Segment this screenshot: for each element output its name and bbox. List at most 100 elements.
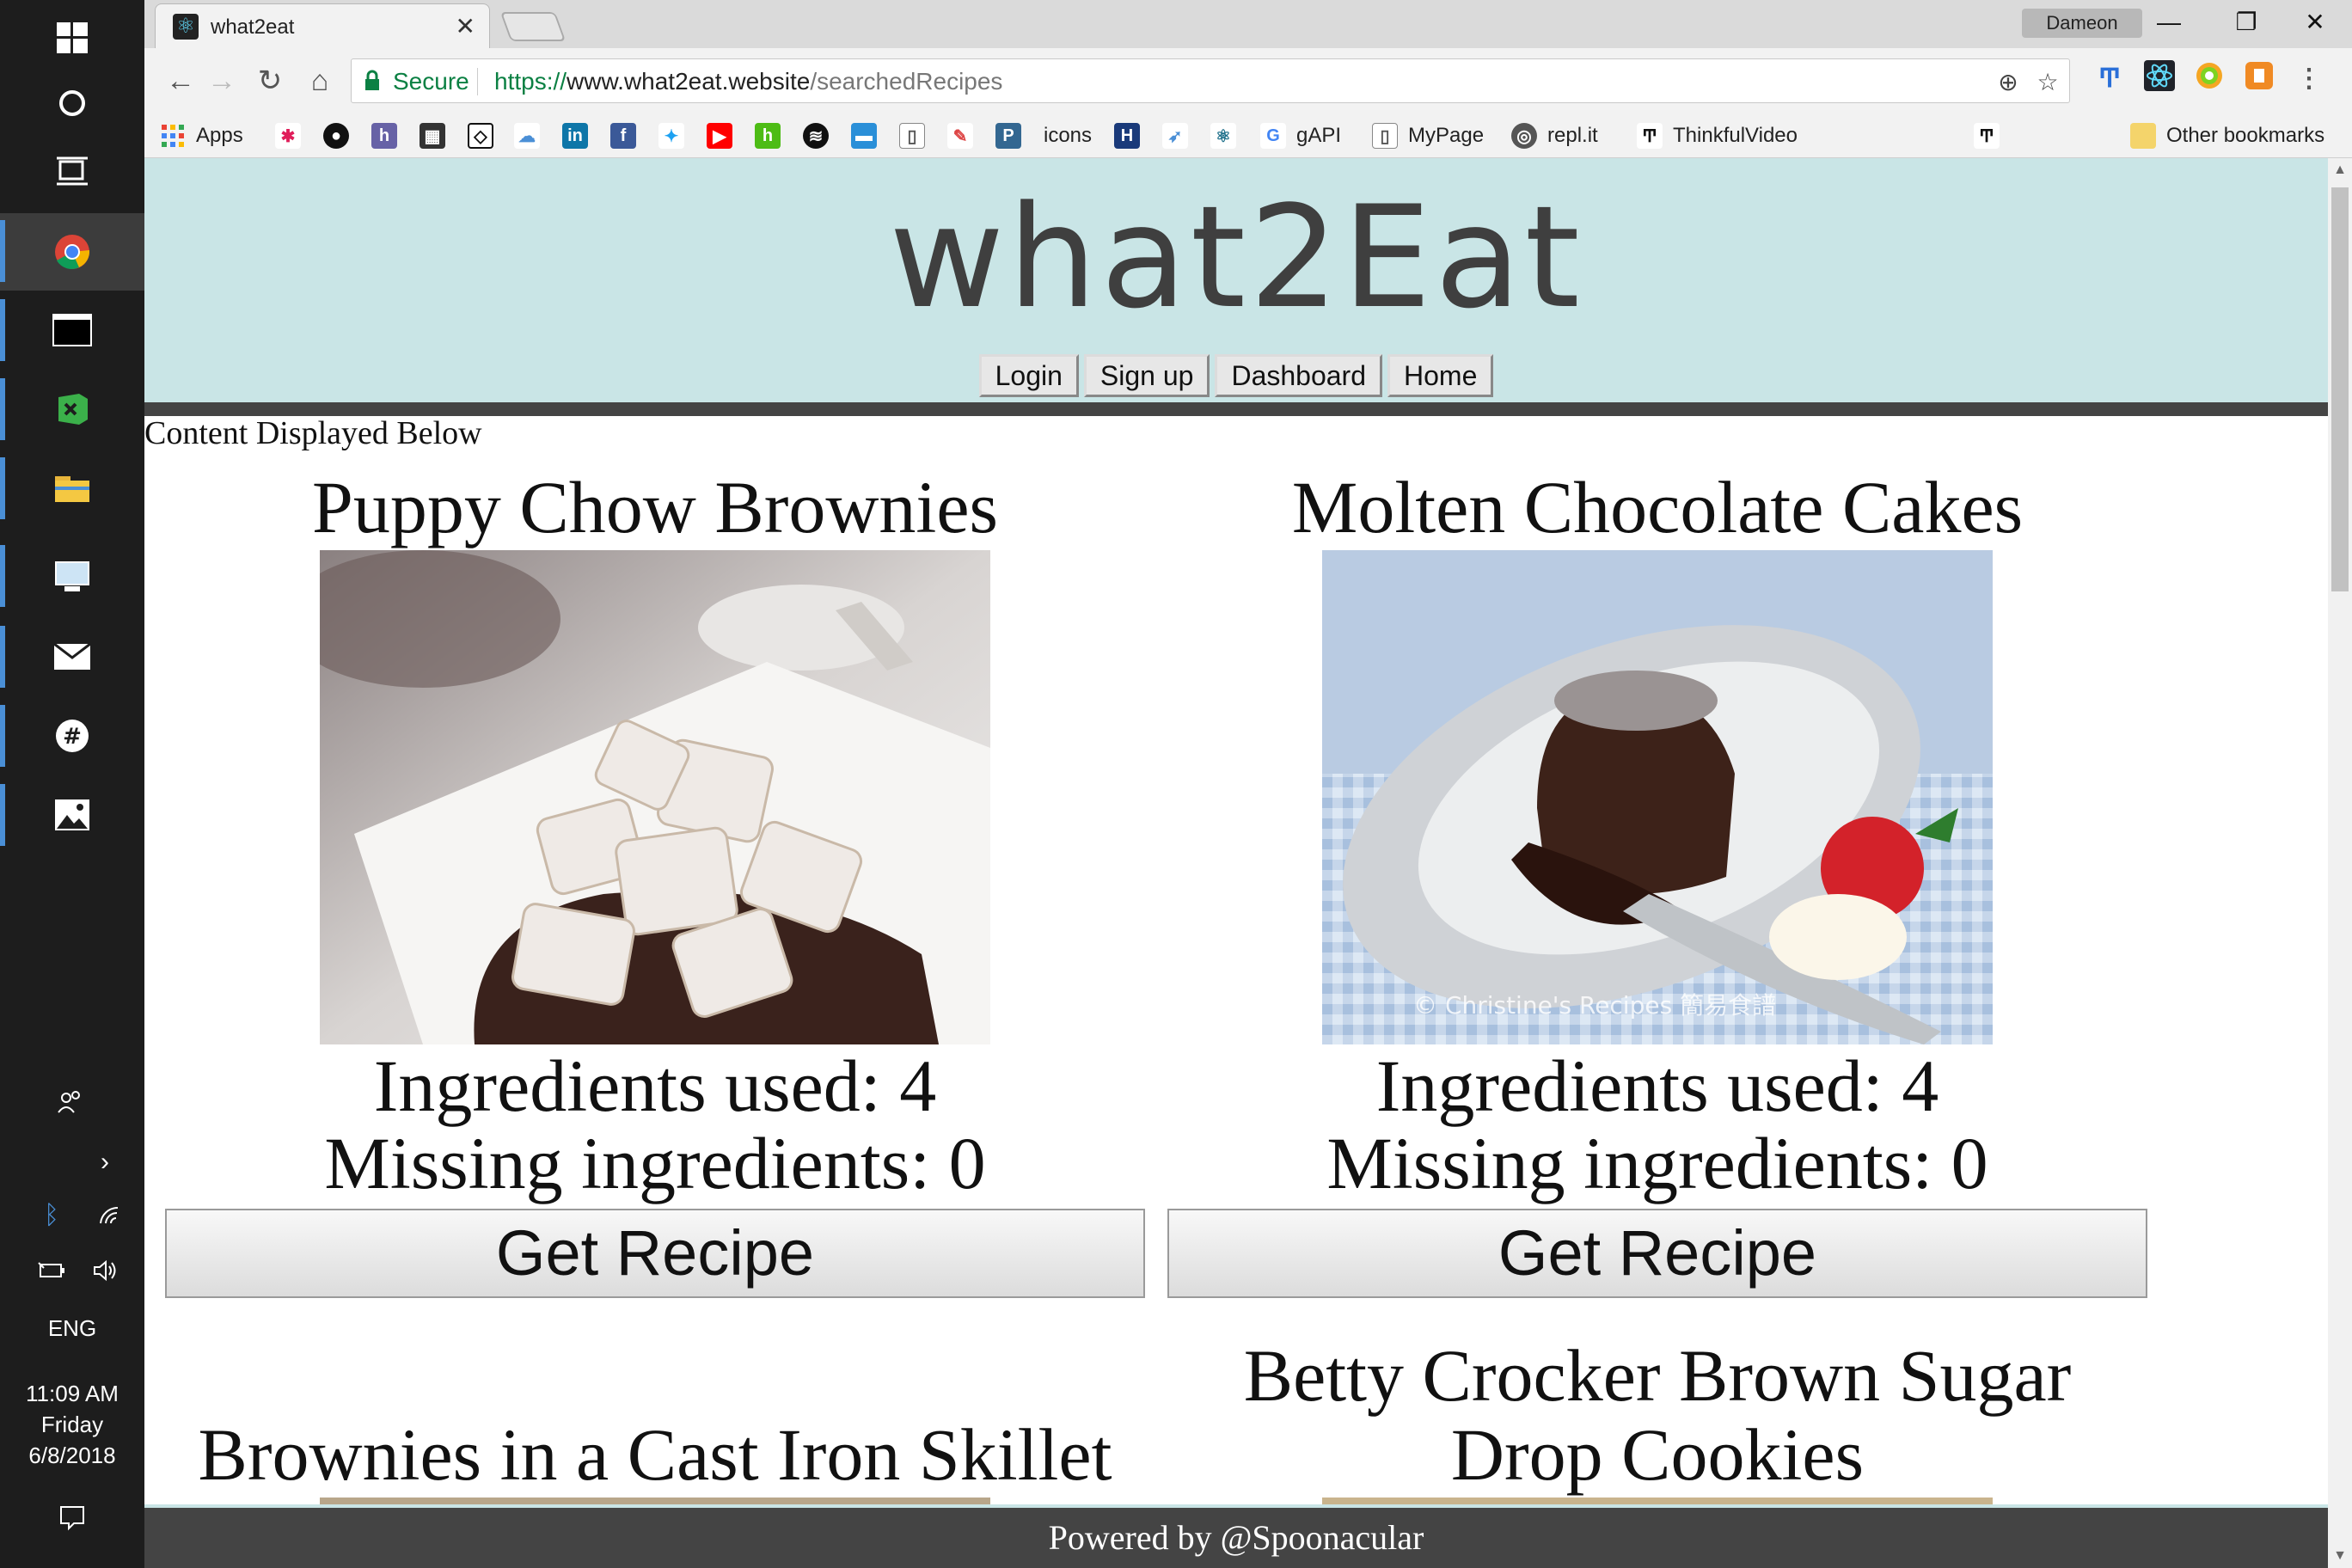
minimize-button[interactable]: — — [2130, 3, 2208, 41]
nav-signup[interactable]: Sign up — [1083, 354, 1210, 397]
bookmark-star-icon[interactable]: ☆ — [2033, 68, 2062, 97]
taskbar-file-explorer[interactable] — [0, 450, 144, 526]
url-text: https://www.what2eat.website/searchedRec… — [494, 68, 1002, 95]
bookmark-thinkful[interactable]: Ͳ — [1974, 120, 2010, 151]
taskbar-photos[interactable] — [0, 777, 144, 853]
taskbar-mail[interactable] — [0, 619, 144, 695]
browser-toolbar: ← → ↻ ⌂ Secure https://www.what2eat.webs… — [144, 48, 2352, 113]
bluetooth-icon[interactable]: ᛒ — [33, 1197, 70, 1234]
missing-ingredients: Missing ingredients: 0 — [1326, 1122, 1988, 1204]
taskbar-terminal[interactable] — [0, 292, 144, 368]
bookmark-react[interactable]: ⚛ — [1210, 120, 1246, 151]
start-button[interactable] — [0, 0, 144, 76]
battery-icon[interactable] — [33, 1252, 70, 1289]
bookmark-pencil[interactable]: ✎ — [947, 120, 983, 151]
bookmark-other[interactable]: Other bookmarks — [2130, 120, 2324, 151]
recipe-card: Puppy Chow Brownies Ingredients used: 4 … — [165, 466, 1145, 1298]
bookmark-rocket[interactable]: ➶ — [1162, 120, 1198, 151]
recipe-photo: © Christine's Recipes 簡易食譜 — [1322, 550, 1993, 1044]
bookmark-stack[interactable]: ▬ — [851, 120, 887, 151]
honey-extension-icon[interactable] — [2240, 60, 2278, 98]
bookmark-apps-label: Apps — [196, 124, 243, 147]
nav-dashboard[interactable]: Dashboard — [1215, 354, 1382, 397]
bookmark-gapi[interactable]: G gAPI — [1260, 120, 1341, 151]
scroll-up-arrow-icon[interactable]: ▲ — [2328, 158, 2352, 182]
taskbar-chrome[interactable] — [0, 213, 144, 291]
taskbar-vscode[interactable] — [0, 371, 144, 447]
color-picker-extension-icon[interactable] — [2190, 60, 2228, 98]
page-scrollbar[interactable]: ▲ ▼ — [2328, 158, 2352, 1568]
chrome-menu-icon[interactable]: ⋮ — [2290, 60, 2328, 98]
bookmark-replit-label: repl.it — [1547, 124, 1598, 147]
molten-chocolate-cakes-photo — [1322, 550, 1993, 1044]
home-icon[interactable]: ⌂ — [299, 60, 340, 101]
tab-what2eat[interactable]: ⚛ what2eat ✕ — [155, 3, 490, 48]
scrollbar-thumb[interactable] — [2331, 187, 2349, 591]
new-tab-button[interactable] — [499, 12, 567, 41]
bookmark-codepen[interactable]: ◇ — [468, 120, 504, 151]
bookmark-linkedin[interactable]: in — [562, 120, 598, 151]
zoom-icon[interactable]: ⊕ — [1994, 68, 2023, 97]
bookmark-postgres[interactable]: P — [995, 120, 1032, 151]
recipe-title: Molten Chocolate Cakes — [1291, 466, 2024, 548]
thinkful-extension-icon[interactable]: Ͳ — [2091, 60, 2128, 98]
twitter-icon: ✦ — [658, 123, 684, 149]
task-view-button[interactable] — [0, 134, 144, 210]
nav-home[interactable]: Home — [1387, 354, 1494, 397]
pinned-indicator — [0, 545, 5, 607]
wifi-icon[interactable] — [91, 1197, 129, 1234]
recipe-title: Puppy Chow Brownies — [312, 466, 998, 548]
bookmark-facebook[interactable]: f — [610, 120, 646, 151]
get-recipe-button[interactable]: Get Recipe — [1167, 1209, 2147, 1298]
bookmark-thinkfulvideo[interactable]: Ͳ ThinkfulVideo — [1637, 120, 1798, 151]
taskbar-slack[interactable]: # — [0, 698, 144, 774]
hackerrank-icon: H — [1114, 123, 1140, 149]
clock-time[interactable]: 11:09 AM — [0, 1381, 144, 1407]
clock-date[interactable]: 6/8/2018 — [0, 1442, 144, 1469]
bookmark-mypage-label: MyPage — [1408, 124, 1485, 147]
reload-icon[interactable]: ↻ — [249, 60, 291, 101]
input-language[interactable]: ENG — [0, 1315, 144, 1342]
tab-close-icon[interactable]: ✕ — [456, 12, 475, 40]
bookmark-hackerrank[interactable]: H — [1114, 120, 1150, 151]
bookmark-slack[interactable]: ✱ — [275, 120, 311, 151]
back-arrow-icon[interactable]: ← — [160, 60, 201, 101]
pinned-indicator — [0, 626, 5, 688]
bookmark-cloud[interactable]: ☁ — [514, 120, 550, 151]
scroll-down-arrow-icon[interactable]: ▼ — [2328, 1544, 2352, 1568]
bookmark-page[interactable]: ▯ — [899, 120, 935, 151]
bookmark-icons[interactable]: icons — [1044, 120, 1092, 151]
bookmark-apps[interactable]: Apps — [160, 120, 243, 151]
bookmark-houzz[interactable]: h — [755, 120, 791, 151]
bookmark-spotify[interactable]: ≋ — [803, 120, 839, 151]
bookmark-replit[interactable]: ◎ repl.it — [1511, 120, 1598, 151]
linkedin-icon: in — [562, 123, 588, 149]
forward-arrow-icon[interactable]: → — [201, 60, 242, 101]
clock-day[interactable]: Friday — [0, 1412, 144, 1438]
site-title: what2Eat — [889, 175, 1583, 340]
volume-icon[interactable] — [86, 1252, 124, 1289]
remote-desktop-icon — [55, 561, 89, 591]
people-icon[interactable] — [52, 1083, 89, 1121]
cortana-button[interactable] — [0, 65, 144, 141]
action-center-icon[interactable] — [53, 1499, 91, 1537]
bookmark-mypage[interactable]: ▯ MyPage — [1372, 120, 1484, 151]
bookmark-youtube[interactable]: ▶ — [707, 120, 743, 151]
get-recipe-button[interactable]: Get Recipe — [165, 1209, 1145, 1298]
nav-login[interactable]: Login — [978, 354, 1079, 397]
pinned-indicator — [0, 299, 5, 361]
restore-button[interactable]: ❐ — [2208, 3, 2285, 41]
address-bar[interactable]: Secure https://www.what2eat.website/sear… — [351, 58, 2070, 103]
profile-button[interactable]: Dameon — [2022, 9, 2142, 38]
google-icon: G — [1260, 123, 1286, 149]
bookmark-heroku[interactable]: h — [371, 120, 407, 151]
taskbar-remote-desktop[interactable] — [0, 538, 144, 614]
bookmark-twitter[interactable]: ✦ — [658, 120, 695, 151]
page-icon: ▯ — [1372, 123, 1398, 149]
close-window-button[interactable]: ✕ — [2276, 3, 2352, 41]
bookmark-github[interactable]: ● — [323, 120, 359, 151]
show-hidden-icons-chevron-icon[interactable]: › — [86, 1143, 124, 1181]
bookmark-calendar[interactable]: ▦ — [420, 120, 456, 151]
react-devtools-extension-icon[interactable] — [2141, 60, 2178, 98]
terminal-icon — [52, 314, 92, 346]
